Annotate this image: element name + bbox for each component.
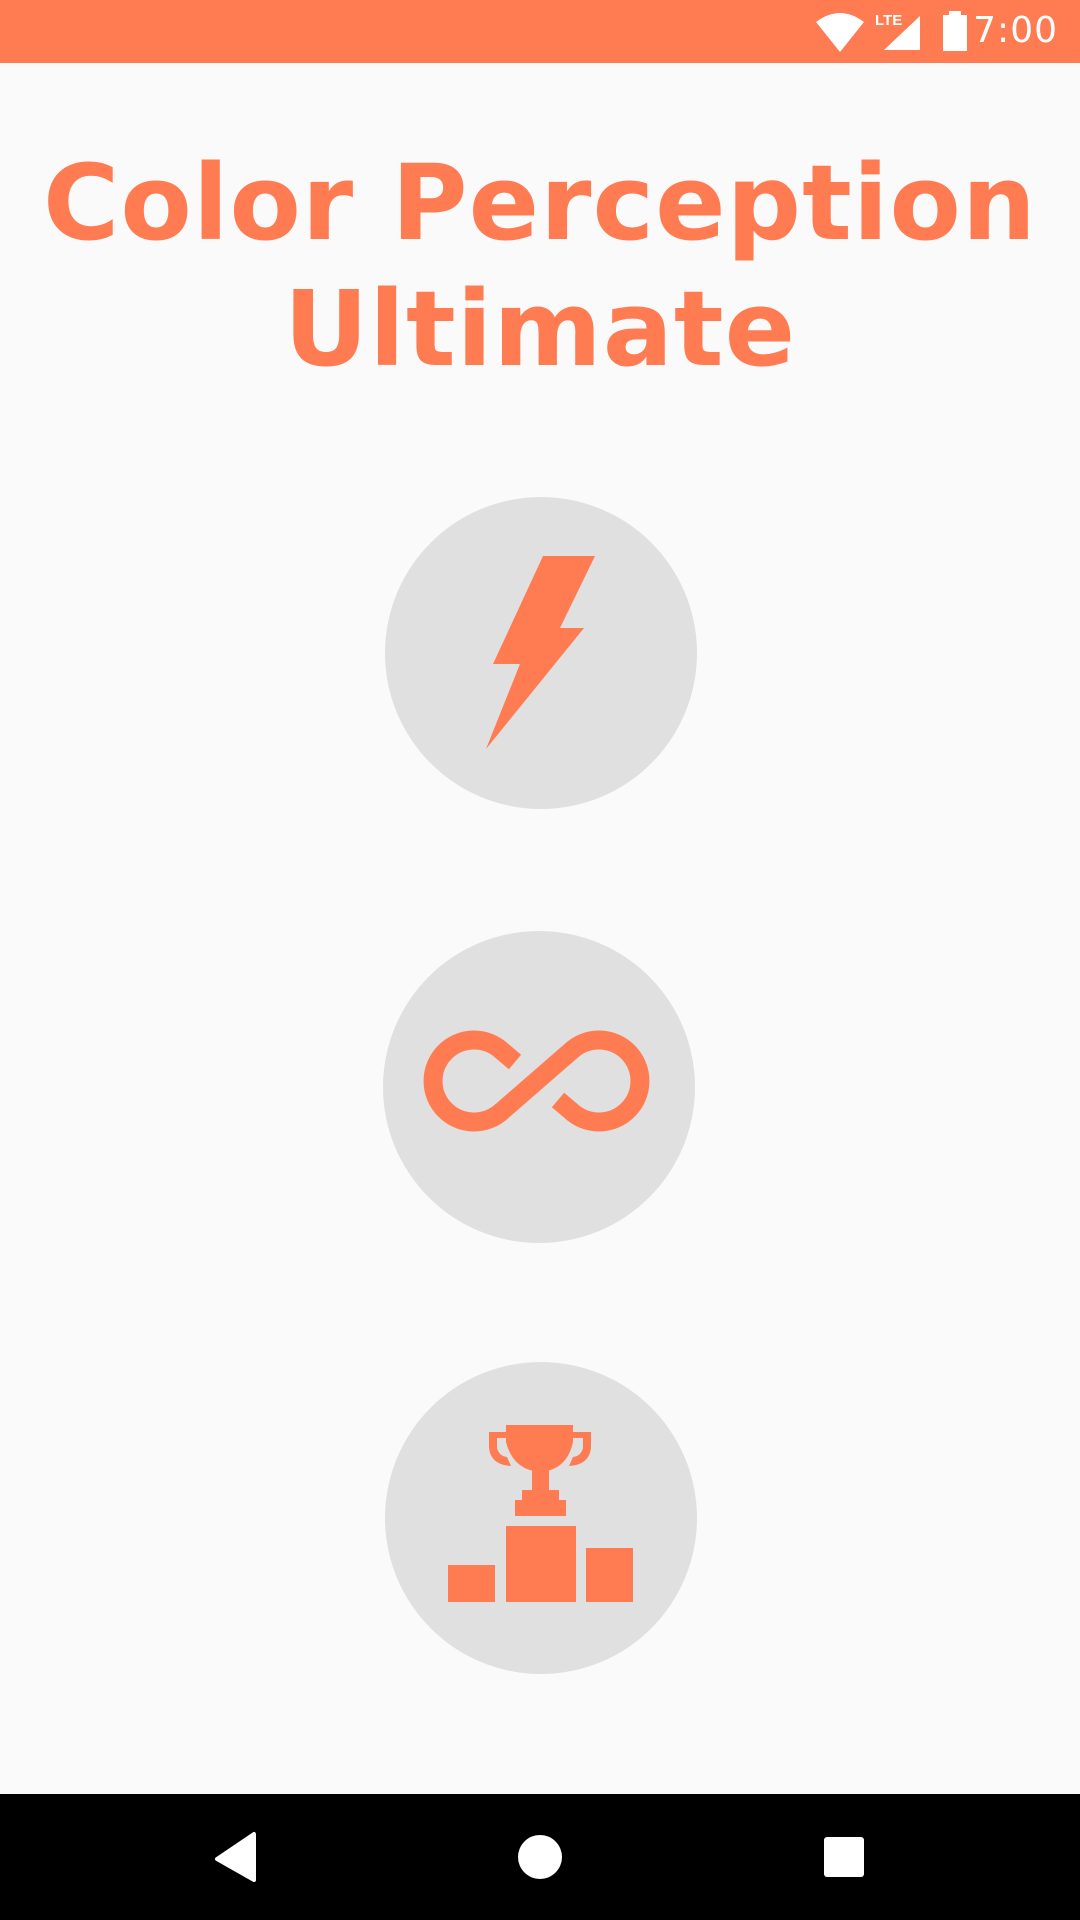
home-icon: [518, 1835, 562, 1879]
app-title: Color Perception Ultimate: [43, 142, 1037, 390]
home-button[interactable]: [495, 1812, 585, 1902]
recents-icon: [824, 1837, 864, 1877]
network-type-label: LTE: [875, 12, 902, 29]
wifi-icon: [816, 13, 864, 52]
status-time: 7:00: [973, 10, 1058, 51]
status-bar: LTE 7:00: [0, 0, 1080, 63]
navigation-bar: [0, 1794, 1080, 1920]
infinity-icon: [423, 1030, 650, 1132]
back-icon: [215, 1832, 256, 1882]
lightning-bolt-icon: [486, 556, 595, 749]
back-button[interactable]: [191, 1812, 281, 1902]
trophy-podium-icon: [448, 1425, 633, 1602]
endless-mode-button[interactable]: [383, 931, 695, 1243]
leaderboard-button[interactable]: [385, 1362, 697, 1674]
cell-signal-icon: LTE: [875, 12, 920, 50]
speed-mode-button[interactable]: [385, 497, 697, 809]
recents-button[interactable]: [799, 1812, 889, 1902]
battery-icon: [943, 11, 967, 51]
